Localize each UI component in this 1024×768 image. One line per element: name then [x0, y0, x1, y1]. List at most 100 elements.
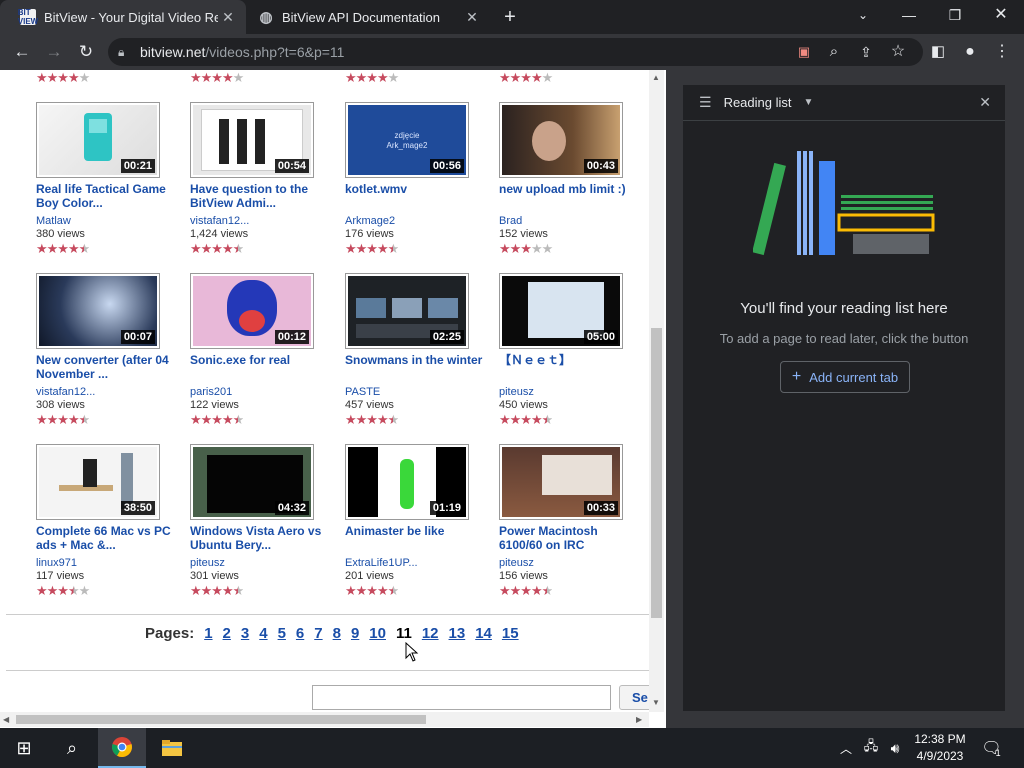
network-icon[interactable]: 🖧︎	[860, 728, 882, 768]
page-link[interactable]: 7	[314, 625, 322, 642]
video-uploader-link[interactable]: ExtraLife1UP...	[345, 557, 418, 569]
video-uploader-link[interactable]: Arkmage2	[345, 215, 395, 227]
bookmark-star-icon[interactable]: ☆	[886, 40, 910, 64]
video-title-link[interactable]: Sonic.exe for real	[190, 353, 330, 367]
video-thumbnail[interactable]: 00:07	[36, 273, 160, 349]
video-card: 00:07 New converter (after 04 November ..…	[36, 273, 176, 431]
windows-start-icon[interactable]: ⊞	[0, 728, 48, 768]
page-link[interactable]: 2	[223, 625, 231, 642]
video-uploader-link[interactable]: piteusz	[499, 557, 534, 569]
close-panel-icon[interactable]: ✕	[979, 94, 991, 111]
scrollbar-thumb[interactable]	[651, 328, 662, 618]
page-link[interactable]: 10	[369, 625, 386, 642]
page-link[interactable]: 5	[278, 625, 286, 642]
tab-bitview[interactable]: BIT VIEW BitView - Your Digital Video Re…	[0, 0, 246, 34]
video-title-link[interactable]: Windows Vista Aero vs Ubuntu Bery...	[190, 524, 330, 552]
video-thumbnail[interactable]: 00:33	[499, 444, 623, 520]
side-panel-icon[interactable]: ◧	[926, 40, 950, 64]
close-window-button[interactable]: ✕	[978, 0, 1024, 30]
scroll-right-icon[interactable]: ▶	[636, 715, 642, 724]
notifications-icon[interactable]: 🗨︎ 1	[978, 728, 1010, 768]
chrome-taskbar-icon[interactable]	[98, 728, 146, 768]
video-views: 450 views	[499, 399, 548, 411]
video-thumbnail[interactable]: 02:25	[345, 273, 469, 349]
tab-search-icon[interactable]: ⌄	[840, 0, 886, 30]
page-link[interactable]: 9	[351, 625, 359, 642]
scroll-up-icon[interactable]: ▲	[652, 73, 660, 82]
rating-stars: ★★★★★	[345, 583, 399, 598]
video-title-link[interactable]: Snowmans in the winter	[345, 353, 485, 367]
back-button[interactable]: ←	[10, 40, 34, 64]
page-link[interactable]: 14	[475, 625, 492, 642]
horizontal-scrollbar[interactable]: ◀ ▶	[0, 712, 649, 727]
close-tab-icon[interactable]: ✕	[462, 9, 482, 26]
menu-icon[interactable]: ⋮	[990, 40, 1014, 64]
add-current-tab-button[interactable]: + Add current tab	[780, 361, 910, 393]
video-uploader-link[interactable]: PASTE	[345, 386, 380, 398]
video-card: 00:33 Power Macintosh 6100/60 on IRC piteu…	[499, 444, 639, 602]
chevron-up-icon[interactable]: ︿	[836, 728, 856, 768]
video-title-link[interactable]: Real life Tactical Game Boy Color...	[36, 182, 176, 210]
video-uploader-link[interactable]: paris201	[190, 386, 232, 398]
minimize-button[interactable]: —	[886, 0, 932, 30]
clock[interactable]: 12:38 PM 4/9/2023	[910, 731, 970, 765]
profile-icon[interactable]: ●	[958, 40, 982, 64]
video-thumbnail[interactable]: 00:21	[36, 102, 160, 178]
tab-title: BitView API Documentation	[282, 9, 441, 25]
new-tab-button[interactable]: +	[498, 5, 522, 29]
video-uploader-link[interactable]: piteusz	[499, 386, 534, 398]
video-thumbnail[interactable]: 04:32	[190, 444, 314, 520]
video-title-link[interactable]: New converter (after 04 November ...	[36, 353, 176, 381]
video-title-link[interactable]: Power Macintosh 6100/60 on IRC	[499, 524, 639, 552]
video-thumbnail[interactable]: 38:50	[36, 444, 160, 520]
video-uploader-link[interactable]: Brad	[499, 215, 522, 227]
camera-blocked-icon[interactable]: ▣	[792, 40, 816, 64]
video-thumbnail[interactable]: 01:19	[345, 444, 469, 520]
video-thumbnail[interactable]: 00:54	[190, 102, 314, 178]
video-title-link[interactable]: new upload mb limit :)	[499, 182, 639, 196]
page-link[interactable]: 1	[204, 625, 212, 642]
restore-button[interactable]: ❐	[932, 0, 978, 30]
video-title-link[interactable]: Have question to the BitView Admi...	[190, 182, 330, 210]
page-link[interactable]: 3	[241, 625, 249, 642]
page-link[interactable]: 4	[259, 625, 267, 642]
share-icon[interactable]: ⇪	[854, 40, 878, 64]
video-uploader-link[interactable]: Matlaw	[36, 215, 71, 227]
forward-button[interactable]: →	[42, 40, 66, 64]
chevron-down-icon[interactable]: ▼	[804, 97, 814, 108]
page-link[interactable]: 6	[296, 625, 304, 642]
page-link[interactable]: 8	[333, 625, 341, 642]
reload-button[interactable]: ↻	[74, 40, 98, 64]
video-title-link[interactable]: Animaster be like	[345, 524, 485, 538]
video-uploader-link[interactable]: linux971	[36, 557, 77, 569]
page-link[interactable]: 15	[502, 625, 519, 642]
video-thumbnail[interactable]: 05:00	[499, 273, 623, 349]
video-thumbnail[interactable]: 00:43	[499, 102, 623, 178]
tab-title: BitView - Your Digital Video Repo	[44, 9, 218, 25]
page-link[interactable]: 13	[449, 625, 466, 642]
empty-state-subtitle: To add a page to read later, click the b…	[719, 331, 969, 346]
search-icon[interactable]: ⌕	[48, 728, 96, 768]
video-thumbnail[interactable]: zdjęcie Ark_mage2 00:56	[345, 102, 469, 178]
tab-api-docs[interactable]: ◍ BitView API Documentation ✕	[248, 0, 490, 34]
video-card: 02:25 Snowmans in the winter PASTE 457 view…	[345, 273, 485, 431]
scrollbar-thumb[interactable]	[16, 715, 426, 724]
video-uploader-link[interactable]: vistafan12...	[190, 215, 249, 227]
close-tab-icon[interactable]: ✕	[218, 9, 238, 26]
video-uploader-link[interactable]: vistafan12...	[36, 386, 95, 398]
video-duration: 04:32	[274, 501, 309, 515]
video-thumbnail[interactable]: 00:12	[190, 273, 314, 349]
video-title-link[interactable]: Complete 66 Mac vs PC ads + Mac &...	[36, 524, 176, 552]
page-link[interactable]: 12	[422, 625, 439, 642]
video-title-link[interactable]: kotlet.wmv	[345, 182, 485, 196]
video-title-link[interactable]: 【Ｎｅｅｔ】	[499, 353, 639, 367]
zoom-search-icon[interactable]: ⌕	[822, 40, 846, 64]
file-explorer-icon[interactable]	[148, 728, 196, 768]
volume-icon[interactable]: 🔊︎	[884, 728, 906, 768]
scroll-down-icon[interactable]: ▼	[652, 698, 660, 707]
search-input[interactable]	[312, 685, 611, 710]
vertical-scrollbar[interactable]: ▲ ▼	[649, 70, 664, 712]
scroll-left-icon[interactable]: ◀	[3, 715, 9, 724]
reading-list-header[interactable]: ☰ Reading list ▼	[683, 85, 1005, 121]
video-uploader-link[interactable]: piteusz	[190, 557, 225, 569]
